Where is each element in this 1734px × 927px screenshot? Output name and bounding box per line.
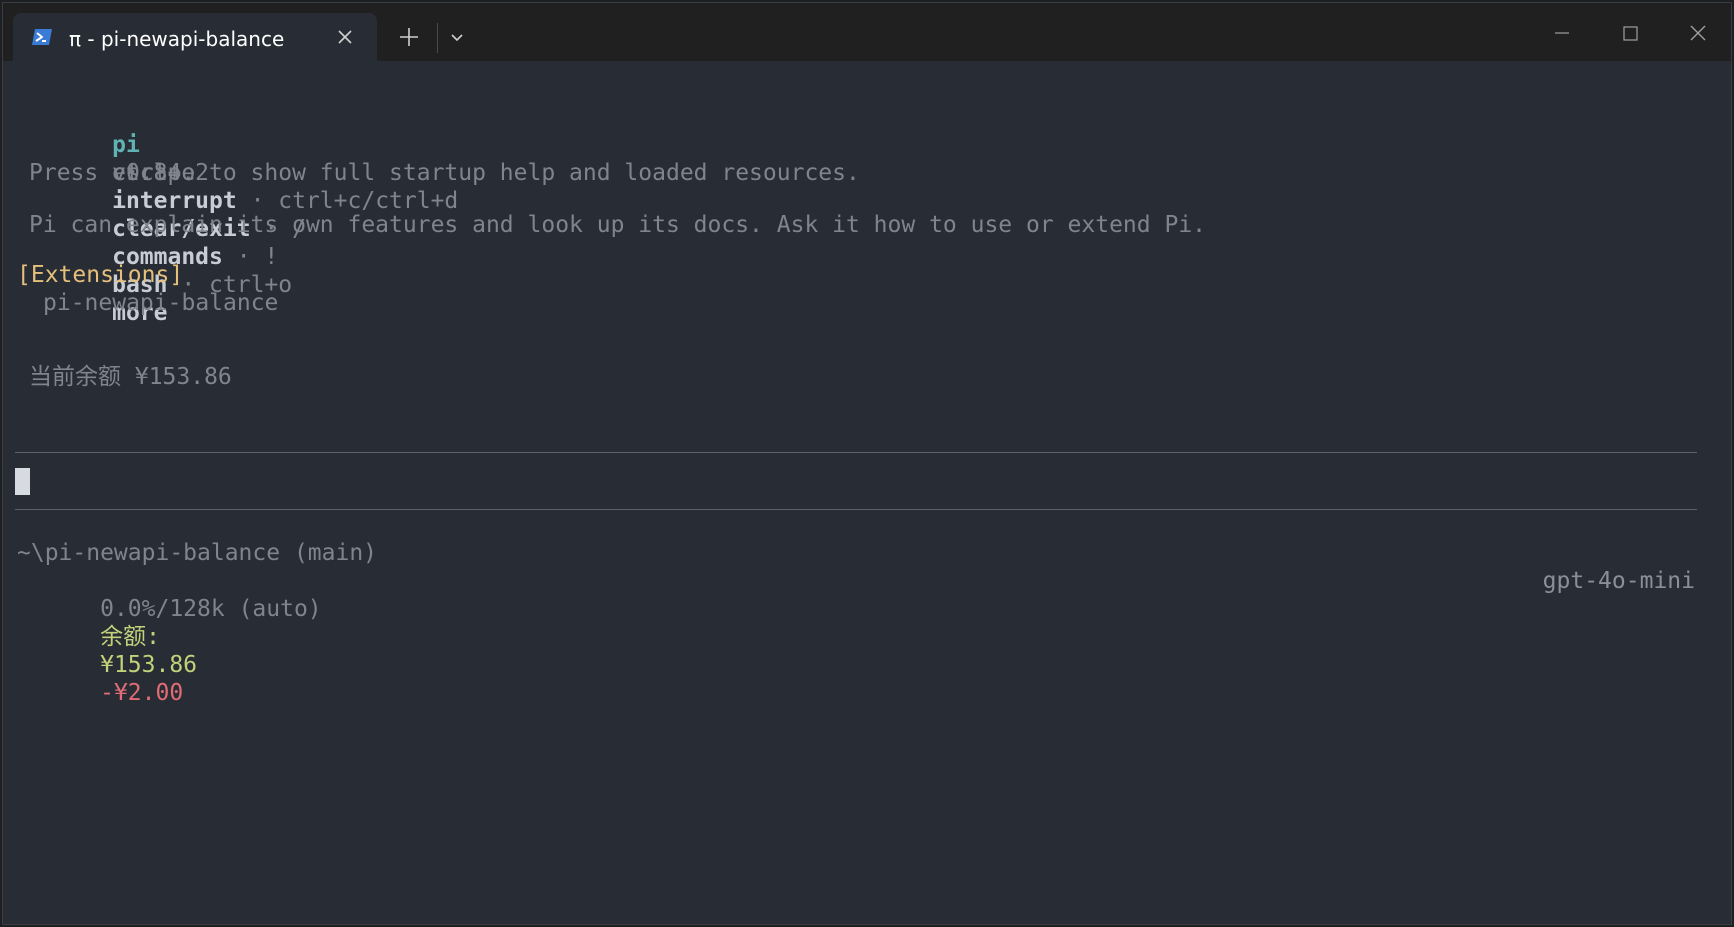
balance-label: 余额: <box>100 624 160 650</box>
input-top-divider <box>15 452 1697 453</box>
terminal-output[interactable]: pi v0.84.2 escape interrupt · ctrl+c/ctr… <box>3 61 1731 924</box>
model-name: gpt-4o-mini <box>1542 568 1695 594</box>
shortcut-separator: · <box>222 244 265 270</box>
tab-active[interactable]: π - pi-newapi-balance <box>13 13 377 61</box>
tab-title: π - pi-newapi-balance <box>69 27 285 51</box>
footer-status: 0.0%/128k (auto) 余额: ¥153.86 -¥2.00 <box>17 567 322 706</box>
title-bar[interactable]: π - pi-newapi-balance <box>3 3 1731 61</box>
powershell-icon <box>32 29 52 45</box>
input-cursor[interactable] <box>15 468 30 495</box>
balance-message: 当前余额 ¥153.86 <box>29 364 232 390</box>
cost-value: -¥2.00 <box>100 680 184 706</box>
context-usage: 0.0%/128k (auto) <box>100 596 322 622</box>
tab-divider <box>437 23 438 53</box>
balance-value: ¥153.86 <box>100 652 198 678</box>
shortcut-key: ! <box>264 244 279 270</box>
intro-text: Pi can explain its own features and look… <box>29 212 1207 238</box>
extension-item: pi-newapi-balance <box>43 290 279 316</box>
terminal-window: π - pi-newapi-balance pi v0.84.2 escape <box>2 2 1732 925</box>
close-window-icon[interactable] <box>1675 13 1721 53</box>
extensions-heading: [Extensions] <box>17 262 184 288</box>
input-bottom-divider <box>15 509 1697 510</box>
footer-cwd: ~\pi-newapi-balance (main) <box>17 540 378 566</box>
version-line: pi v0.84.2 <box>29 103 209 186</box>
close-tab-icon[interactable] <box>333 25 357 49</box>
maximize-icon[interactable] <box>1607 13 1653 53</box>
help-text: Press ctrl+o to show full startup help a… <box>29 160 860 186</box>
minimize-icon[interactable] <box>1539 13 1585 53</box>
new-tab-icon[interactable] <box>397 25 421 49</box>
shortcut-line: escape interrupt · ctrl+c/ctrl+d clear/e… <box>29 131 458 326</box>
chevron-down-icon[interactable] <box>447 27 467 47</box>
